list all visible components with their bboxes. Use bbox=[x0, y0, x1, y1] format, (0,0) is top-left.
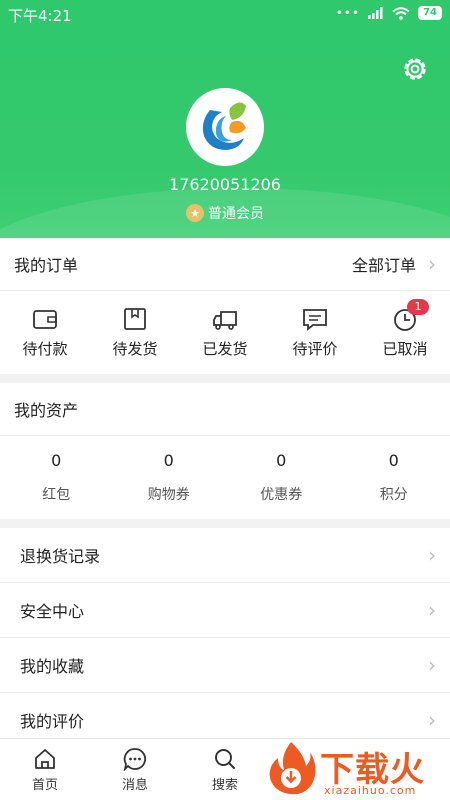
menu-item-favorites[interactable]: 我的收藏 › bbox=[0, 638, 450, 693]
asset-points[interactable]: 0 积分 bbox=[338, 436, 450, 518]
order-status-pending-review[interactable]: 待评价 bbox=[270, 291, 360, 374]
battery-icon: 74 bbox=[418, 6, 442, 20]
signal-dots-icon: ••• bbox=[335, 6, 361, 20]
menu-item-returns[interactable]: 退换货记录 › bbox=[0, 528, 450, 583]
menu-item-label: 我的收藏 bbox=[20, 657, 85, 676]
menu-item-label: 退换货记录 bbox=[20, 547, 101, 566]
tab-label: 搜索 bbox=[211, 777, 238, 793]
orders-header: 我的订单 全部订单 › bbox=[0, 238, 450, 291]
status-time: 下午4:21 bbox=[8, 7, 72, 25]
asset-value: 0 bbox=[163, 450, 174, 470]
assets-title: 我的资产 bbox=[14, 401, 79, 420]
settings-gear-icon[interactable] bbox=[400, 54, 430, 84]
member-star-icon: ★ bbox=[186, 204, 204, 222]
order-status-grid: 待付款 待发货 已发货 待评价 1 已取消 bbox=[0, 291, 450, 374]
order-status-label: 已取消 bbox=[382, 340, 428, 358]
box-icon bbox=[124, 308, 146, 330]
asset-grid: 0 红包 0 购物券 0 优惠券 0 积分 bbox=[0, 436, 450, 518]
home-icon bbox=[35, 748, 55, 769]
notification-badge: 1 bbox=[407, 299, 429, 315]
app-logo-icon bbox=[202, 102, 246, 150]
order-status-pending-shipment[interactable]: 待发货 bbox=[90, 291, 180, 374]
avatar[interactable] bbox=[186, 88, 264, 166]
chevron-right-icon: › bbox=[428, 653, 436, 677]
orders-title: 我的订单 bbox=[14, 256, 79, 275]
asset-label: 红包 bbox=[42, 486, 71, 503]
tab-messages[interactable]: 消息 bbox=[90, 739, 180, 800]
watermark-logo: 下载火 xiazaihuo.com bbox=[262, 740, 450, 800]
status-bar: 下午4:21 ••• 74 bbox=[0, 0, 450, 30]
asset-coupon[interactable]: 0 优惠券 bbox=[225, 436, 338, 518]
asset-label: 购物券 bbox=[147, 486, 190, 503]
menu-item-label: 安全中心 bbox=[20, 602, 85, 621]
order-status-pending-payment[interactable]: 待付款 bbox=[0, 291, 90, 374]
status-icons: ••• 74 bbox=[336, 6, 442, 20]
wifi-icon bbox=[392, 6, 410, 20]
asset-value: 0 bbox=[276, 450, 287, 470]
member-level: ★ 普通会员 bbox=[0, 203, 450, 223]
asset-label: 优惠券 bbox=[260, 486, 303, 503]
assets-header: 我的资产 bbox=[0, 383, 450, 436]
user-phone: 17620051206 bbox=[169, 175, 281, 194]
menu-item-security[interactable]: 安全中心 › bbox=[0, 583, 450, 638]
asset-value: 0 bbox=[388, 450, 399, 470]
order-status-label: 待发货 bbox=[112, 340, 158, 358]
chevron-right-icon: › bbox=[428, 598, 436, 622]
chevron-right-icon: › bbox=[428, 543, 436, 567]
orders-section: 我的订单 全部订单 › 待付款 待发货 已发货 待评价 1 已取消 bbox=[0, 238, 450, 374]
account-menu: 退换货记录 › 安全中心 › 我的收藏 › 我的评价 › bbox=[0, 528, 450, 748]
menu-item-label: 我的评价 bbox=[20, 712, 85, 731]
asset-value: 0 bbox=[51, 450, 62, 470]
asset-shopping-voucher[interactable]: 0 购物券 bbox=[113, 436, 226, 518]
wallet-icon bbox=[33, 310, 57, 329]
asset-label: 积分 bbox=[379, 486, 408, 503]
search-icon bbox=[215, 748, 235, 769]
profile-header: 下午4:21 ••• 74 17620051206 ★ 普通会员 bbox=[0, 0, 450, 238]
all-orders-label: 全部订单 bbox=[351, 256, 416, 275]
order-status-cancelled[interactable]: 1 已取消 bbox=[360, 291, 450, 374]
order-status-shipped[interactable]: 已发货 bbox=[180, 291, 270, 374]
asset-red-packet[interactable]: 0 红包 bbox=[0, 436, 113, 518]
tab-search[interactable]: 搜索 bbox=[180, 739, 270, 800]
tab-label: 消息 bbox=[121, 777, 148, 793]
truck-icon bbox=[213, 311, 237, 330]
assets-section: 我的资产 0 红包 0 购物券 0 优惠券 0 积分 bbox=[0, 383, 450, 519]
cellular-signal-icon bbox=[368, 7, 383, 19]
flame-download-icon bbox=[269, 742, 316, 795]
chevron-right-icon: › bbox=[428, 708, 436, 732]
member-level-label: 普通会员 bbox=[208, 206, 264, 222]
order-status-label: 已发货 bbox=[202, 340, 248, 358]
message-icon bbox=[123, 747, 147, 771]
tab-label: 首页 bbox=[31, 777, 58, 793]
watermark-url: xiazaihuo.com bbox=[324, 784, 417, 797]
all-orders-link[interactable]: 全部订单 › bbox=[352, 252, 436, 276]
comment-icon bbox=[303, 309, 327, 331]
order-status-label: 待付款 bbox=[22, 340, 68, 358]
tab-home[interactable]: 首页 bbox=[0, 739, 90, 800]
order-status-label: 待评价 bbox=[292, 340, 338, 358]
chevron-right-icon: › bbox=[428, 252, 436, 276]
